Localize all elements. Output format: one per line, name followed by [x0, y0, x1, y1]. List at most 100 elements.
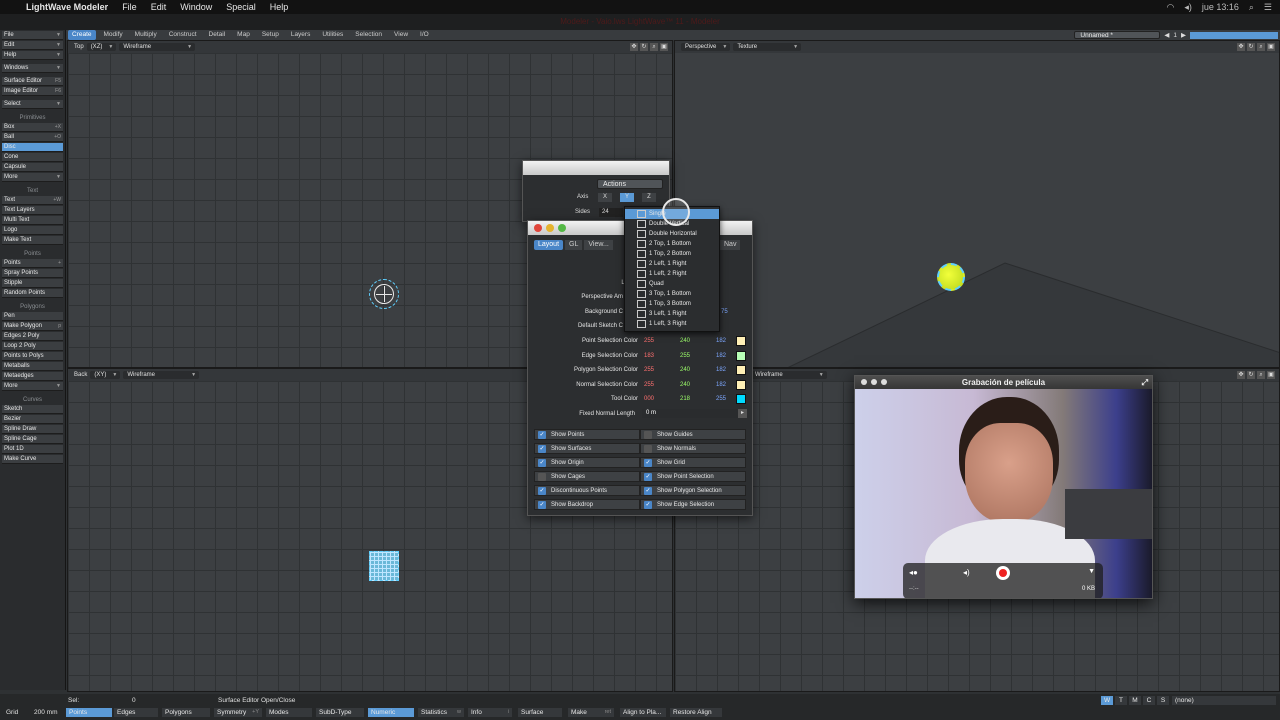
layer-prev-icon[interactable]: ◀	[1164, 31, 1169, 39]
layer-bank[interactable]	[1190, 31, 1278, 39]
sidebar-item-text[interactable]: Text +W	[2, 196, 63, 205]
layout-option[interactable]: Double Horizontal	[625, 229, 719, 239]
red-value[interactable]: 255	[644, 338, 654, 344]
close-icon[interactable]	[861, 379, 867, 385]
sides-input[interactable]: 24	[599, 208, 623, 217]
status-button-surface[interactable]: Surface	[518, 708, 562, 717]
checkbox-show-backdrop[interactable]: ✓ Show Backdrop	[534, 499, 640, 510]
tab-layers[interactable]: Layers	[287, 30, 315, 40]
checkbox-show-point-selection[interactable]: ✓ Show Point Selection	[640, 471, 746, 482]
color-swatch[interactable]	[736, 365, 746, 376]
render-mode-dropdown[interactable]: Wireframe	[123, 371, 200, 379]
axis-dropdown[interactable]: (XZ)	[86, 43, 117, 51]
view-label[interactable]: Top	[74, 44, 84, 50]
menu-help[interactable]: Help	[270, 2, 289, 12]
status-button-make[interactable]: Make ret	[568, 708, 614, 717]
checkbox-show-surfaces[interactable]: ✓ Show Surfaces	[534, 443, 640, 454]
tab-selection[interactable]: Selection	[351, 30, 386, 40]
layer-toggle[interactable]: M	[1129, 696, 1141, 705]
sidebar-item-points[interactable]: Points +	[2, 259, 63, 268]
actions-dropdown[interactable]: Actions	[597, 179, 663, 189]
fixed-normal-input[interactable]: 0 m	[642, 409, 742, 418]
sidebar-item-multi-text[interactable]: Multi Text	[2, 216, 63, 225]
move-icon[interactable]: ✥	[1237, 371, 1245, 379]
tab-map[interactable]: Map	[233, 30, 254, 40]
move-icon[interactable]: ✥	[630, 43, 638, 51]
status-button-statistics[interactable]: Statistics w	[418, 708, 464, 717]
layout-option[interactable]: 1 Left, 2 Right	[625, 269, 719, 279]
sidebar-item-text-layers[interactable]: Text Layers	[2, 206, 63, 215]
zoom-icon[interactable]: ⌕	[650, 43, 658, 51]
layer-toggle[interactable]: C	[1143, 696, 1155, 705]
sidebar-item-plot-1d[interactable]: Plot 1D	[2, 445, 63, 454]
render-mode-dropdown[interactable]: Wireframe	[751, 371, 827, 379]
tab-detail[interactable]: Detail	[205, 30, 230, 40]
sidebar-item-sketch[interactable]: Sketch	[2, 405, 63, 414]
view-dropdown[interactable]: Perspective	[681, 43, 731, 51]
layer-next-icon[interactable]: ▶	[1181, 31, 1186, 39]
sidebar-windows[interactable]: Windows ▼	[2, 64, 63, 73]
blue-value[interactable]: 182	[716, 338, 726, 344]
layout-option[interactable]: 2 Top, 1 Bottom	[625, 239, 719, 249]
rotate-icon[interactable]: ↻	[1247, 43, 1255, 51]
layout-option[interactable]: 2 Left, 1 Right	[625, 259, 719, 269]
sidebar-surface-editor[interactable]: Surface Editor F5	[2, 77, 63, 86]
expand-icon[interactable]: ⤢	[1142, 376, 1148, 389]
layer-select[interactable]: (none)	[1172, 696, 1276, 705]
tab-multiply[interactable]: Multiply	[131, 30, 161, 40]
green-value[interactable]: 240	[680, 382, 690, 388]
menu-window[interactable]: Window	[180, 2, 212, 12]
sidebar-item-edges-2-poly[interactable]: Edges 2 Poly	[2, 332, 63, 341]
volume-icon[interactable]: ◂)	[963, 568, 970, 577]
tab-construct[interactable]: Construct	[165, 30, 201, 40]
layer-toggle[interactable]: S	[1157, 696, 1169, 705]
sidebar-item-points-to-polys[interactable]: Points to Polys	[2, 352, 63, 361]
rotate-icon[interactable]: ↻	[1247, 371, 1255, 379]
sidebar-item-spline-cage[interactable]: Spline Cage	[2, 435, 63, 444]
status-button-edges[interactable]: Edges	[114, 708, 158, 717]
viewport-perspective[interactable]: Perspective Texture ✥↻⌕▣	[674, 40, 1280, 368]
layer-toggle[interactable]: W	[1101, 696, 1113, 705]
sidebar-item-make-text[interactable]: Make Text	[2, 236, 63, 245]
status-button-points[interactable]: Points	[66, 708, 112, 717]
red-value[interactable]: 255	[644, 367, 654, 373]
tab-view[interactable]: View	[390, 30, 412, 40]
clock[interactable]: jue 13:16	[1202, 2, 1239, 12]
rotate-icon[interactable]: ↻	[640, 43, 648, 51]
sidebar-item-metaedges[interactable]: Metaedges	[2, 372, 63, 381]
tab-io[interactable]: I/O	[416, 30, 433, 40]
sidebar-item-box[interactable]: Box +X	[2, 123, 63, 132]
sidebar-item-more[interactable]: More ▼	[2, 173, 63, 182]
axis-x-button[interactable]: X	[598, 193, 612, 202]
tab-create[interactable]: Create	[68, 30, 96, 40]
layer-toggle[interactable]: T	[1115, 696, 1127, 705]
color-swatch[interactable]	[736, 379, 746, 390]
sidebar-item-spline-draw[interactable]: Spline Draw	[2, 425, 63, 434]
wifi-icon[interactable]: ◠	[1166, 2, 1174, 13]
color-swatch[interactable]	[736, 350, 746, 361]
green-value[interactable]: 240	[680, 367, 690, 373]
tab-utilities[interactable]: Utilities	[318, 30, 347, 40]
red-value[interactable]: 183	[644, 353, 654, 359]
zoom-window-icon[interactable]	[881, 379, 887, 385]
color-swatch[interactable]	[736, 394, 746, 405]
sidebar-item-capsule[interactable]: Capsule	[2, 163, 63, 172]
sidebar-item-spray-points[interactable]: Spray Points	[2, 269, 63, 278]
status-button-symmetry[interactable]: Symmetry +Y	[214, 708, 262, 717]
status-button-polygons[interactable]: Polygons	[162, 708, 210, 717]
sidebar-item-make-curve[interactable]: Make Curve	[2, 455, 63, 464]
zoom-window-icon[interactable]	[558, 224, 566, 232]
render-mode-dropdown[interactable]: Texture	[733, 43, 802, 51]
mic-volume-icon[interactable]: ◂●	[909, 568, 918, 577]
color-swatch[interactable]	[736, 336, 746, 346]
layout-option[interactable]: Quad	[625, 279, 719, 289]
axis-y-button[interactable]: Y	[620, 193, 634, 202]
status-button-restore-align[interactable]: Restore Align	[670, 708, 722, 717]
checkbox-discontinuous-points[interactable]: ✓ Discontinuous Points	[534, 485, 640, 496]
red-value[interactable]: 000	[644, 396, 654, 402]
zoom-icon[interactable]: ⌕	[1257, 43, 1265, 51]
menu-edit[interactable]: Edit	[151, 2, 167, 12]
sidebar-edit[interactable]: Edit ▼	[2, 41, 63, 50]
sidebar-file[interactable]: File ▼	[2, 31, 63, 40]
layout-option[interactable]: 1 Top, 3 Bottom	[625, 299, 719, 309]
